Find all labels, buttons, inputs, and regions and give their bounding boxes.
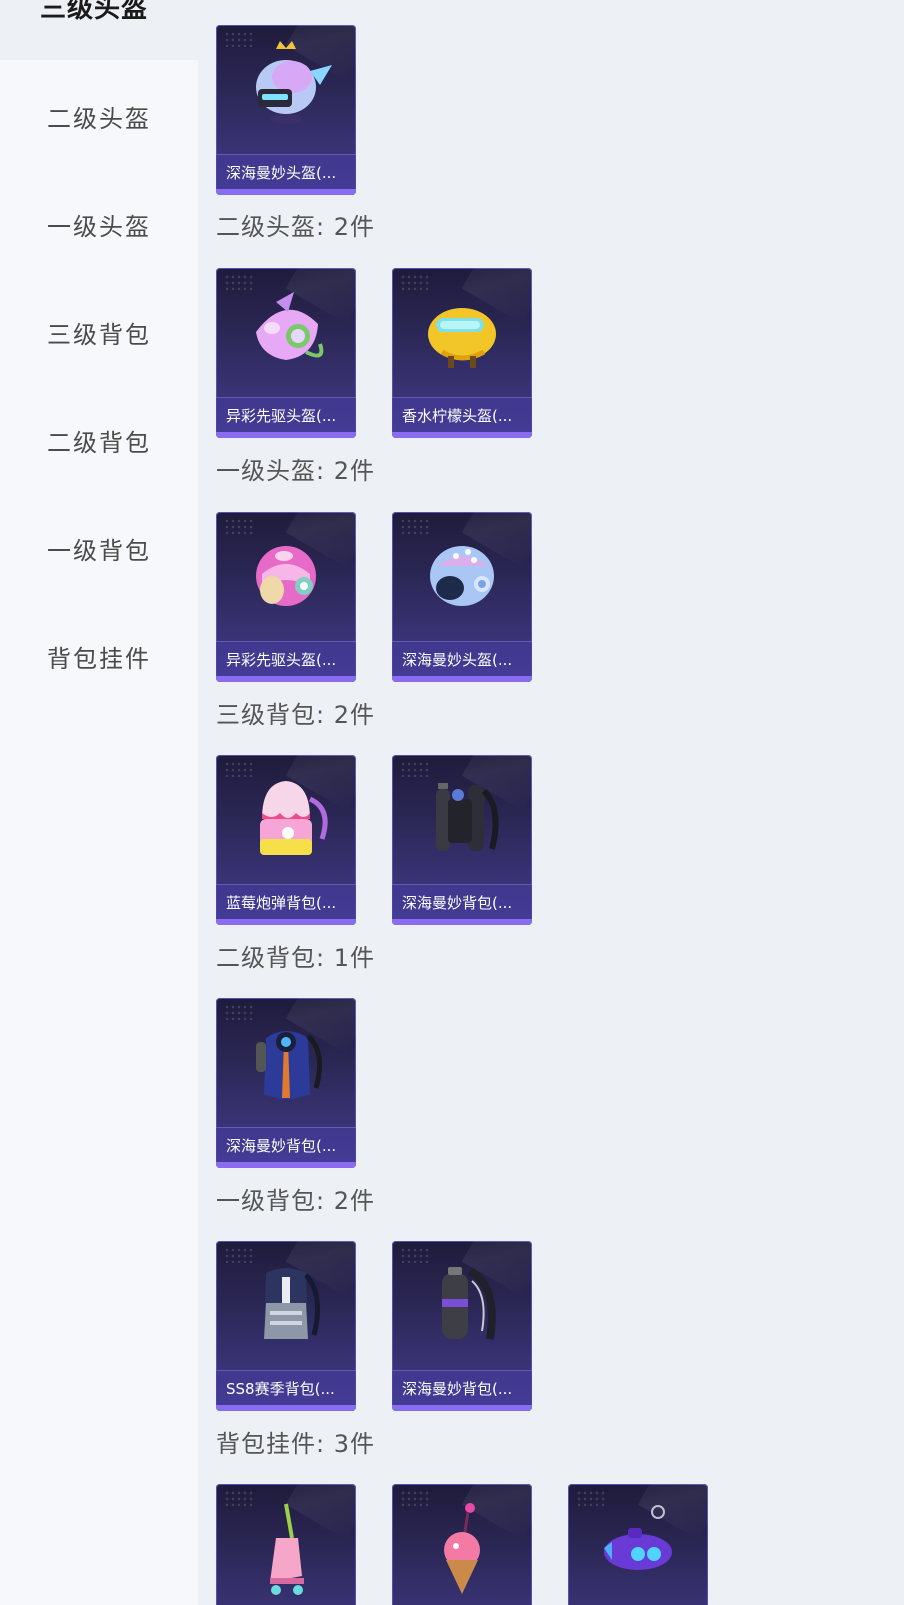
backpack-blue-icon <box>256 1031 323 1099</box>
sidebar-item-level3-backpack[interactable]: 三级背包 <box>0 302 198 362</box>
card-accent-strip <box>216 432 356 438</box>
item-name-bar: 香水柠檬头盔(... <box>392 397 532 432</box>
card-accent-strip <box>392 919 532 925</box>
charm-submarine-icon <box>604 1505 672 1570</box>
item-name: 深海曼妙背包(... <box>402 1380 513 1398</box>
charm-icecream-icon <box>444 1503 480 1594</box>
card-accent-strip <box>216 1162 356 1168</box>
card-accent-strip <box>392 432 532 438</box>
card-accent-strip <box>392 1405 532 1411</box>
item-card[interactable] <box>568 1484 708 1605</box>
item-list-panel[interactable]: 深海曼妙头盔(... 二级头盔: 2件 异彩先驱头盔(... 香水柠檬头盔(..… <box>198 0 904 1605</box>
backpack-tanks-icon <box>436 783 499 851</box>
helmet-blue-icon <box>430 546 494 606</box>
helmet-crown-icon <box>256 41 332 124</box>
item-name: 异彩先驱头盔(... <box>226 651 337 669</box>
item-name-bar: SS8赛季背包(... <box>216 1370 356 1405</box>
item-name: 深海曼妙背包(... <box>226 1137 337 1155</box>
helmet-pink-icon <box>256 546 316 606</box>
item-card[interactable]: SS8赛季背包(... <box>216 1241 356 1411</box>
backpack-cake-icon <box>260 781 328 855</box>
sidebar-item-label: 二级头盔 <box>47 104 151 133</box>
sidebar-item-level2-backpack[interactable]: 二级背包 <box>0 410 198 470</box>
item-name-bar: 深海曼妙背包(... <box>392 884 532 919</box>
item-name-bar: 深海曼妙头盔(... <box>392 641 532 676</box>
item-name-bar: 异彩先驱头盔(... <box>216 397 356 432</box>
card-accent-strip <box>216 919 356 925</box>
sidebar-item-label: 二级背包 <box>47 428 151 457</box>
item-card[interactable]: 异彩先驱头盔(... <box>216 268 356 438</box>
item-name: 异彩先驱头盔(... <box>226 407 337 425</box>
sidebar-item-label: 一级头盔 <box>47 212 151 241</box>
sidebar-item-level1-helmet[interactable]: 一级头盔 <box>0 194 198 254</box>
item-card[interactable] <box>216 1484 356 1605</box>
item-name: 香水柠檬头盔(... <box>402 407 513 425</box>
sidebar-item-level2-helmet[interactable]: 二级头盔 <box>0 86 198 146</box>
item-name: SS8赛季背包(... <box>226 1380 335 1398</box>
item-card[interactable]: 深海曼妙背包(... <box>392 1241 532 1411</box>
section-title: 三级背包: 2件 <box>216 701 375 729</box>
card-accent-strip <box>216 189 356 195</box>
sidebar-item-label: 三级头盔 <box>40 0 149 24</box>
section-title: 二级头盔: 2件 <box>216 213 375 241</box>
item-card[interactable] <box>392 1484 532 1605</box>
item-name: 深海曼妙头盔(... <box>226 164 337 182</box>
helmet-fin-icon <box>256 292 324 360</box>
card-accent-strip <box>216 1405 356 1411</box>
card-accent-strip <box>392 676 532 682</box>
item-card[interactable]: 深海曼妙背包(... <box>216 998 356 1168</box>
item-name-bar: 深海曼妙头盔(... <box>216 154 356 189</box>
item-name-bar: 深海曼妙背包(... <box>392 1370 532 1405</box>
helmet-goggles-icon <box>428 308 496 368</box>
item-card[interactable]: 蓝莓炮弹背包(... <box>216 755 356 925</box>
sidebar-item-label: 一级背包 <box>47 536 151 565</box>
item-card[interactable]: 异彩先驱头盔(... <box>216 512 356 682</box>
item-name-bar: 深海曼妙背包(... <box>216 1127 356 1162</box>
charm-skate-icon <box>270 1503 304 1595</box>
section-title: 二级背包: 1件 <box>216 944 375 972</box>
item-name: 深海曼妙背包(... <box>402 894 513 912</box>
section-title: 一级背包: 2件 <box>216 1187 375 1215</box>
sidebar-item-level1-backpack[interactable]: 一级背包 <box>0 518 198 578</box>
sidebar-item-label: 三级背包 <box>47 320 151 349</box>
item-card[interactable]: 深海曼妙背包(... <box>392 755 532 925</box>
item-name: 蓝莓炮弹背包(... <box>226 894 337 912</box>
sidebar-item-label: 背包挂件 <box>47 644 151 673</box>
item-name: 深海曼妙头盔(... <box>402 651 513 669</box>
section-title: 背包挂件: 3件 <box>216 1430 375 1458</box>
backpack-striped-icon <box>264 1268 321 1339</box>
item-name-bar: 蓝莓炮弹背包(... <box>216 884 356 919</box>
sidebar-item-active[interactable]: 三级头盔 <box>0 0 198 60</box>
card-accent-strip <box>216 676 356 682</box>
item-card[interactable]: 香水柠檬头盔(... <box>392 268 532 438</box>
item-card[interactable]: 深海曼妙头盔(... <box>392 512 532 682</box>
item-name-bar: 异彩先驱头盔(... <box>216 641 356 676</box>
item-card[interactable]: 深海曼妙头盔(... <box>216 25 356 195</box>
section-title: 一级头盔: 2件 <box>216 457 375 485</box>
sidebar-item-backpack-charm[interactable]: 背包挂件 <box>0 626 198 686</box>
backpack-cylinder-icon <box>442 1267 496 1340</box>
category-sidebar: 三级头盔 二级头盔 一级头盔 三级背包 二级背包 一级背包 背包挂件 <box>0 0 198 1605</box>
